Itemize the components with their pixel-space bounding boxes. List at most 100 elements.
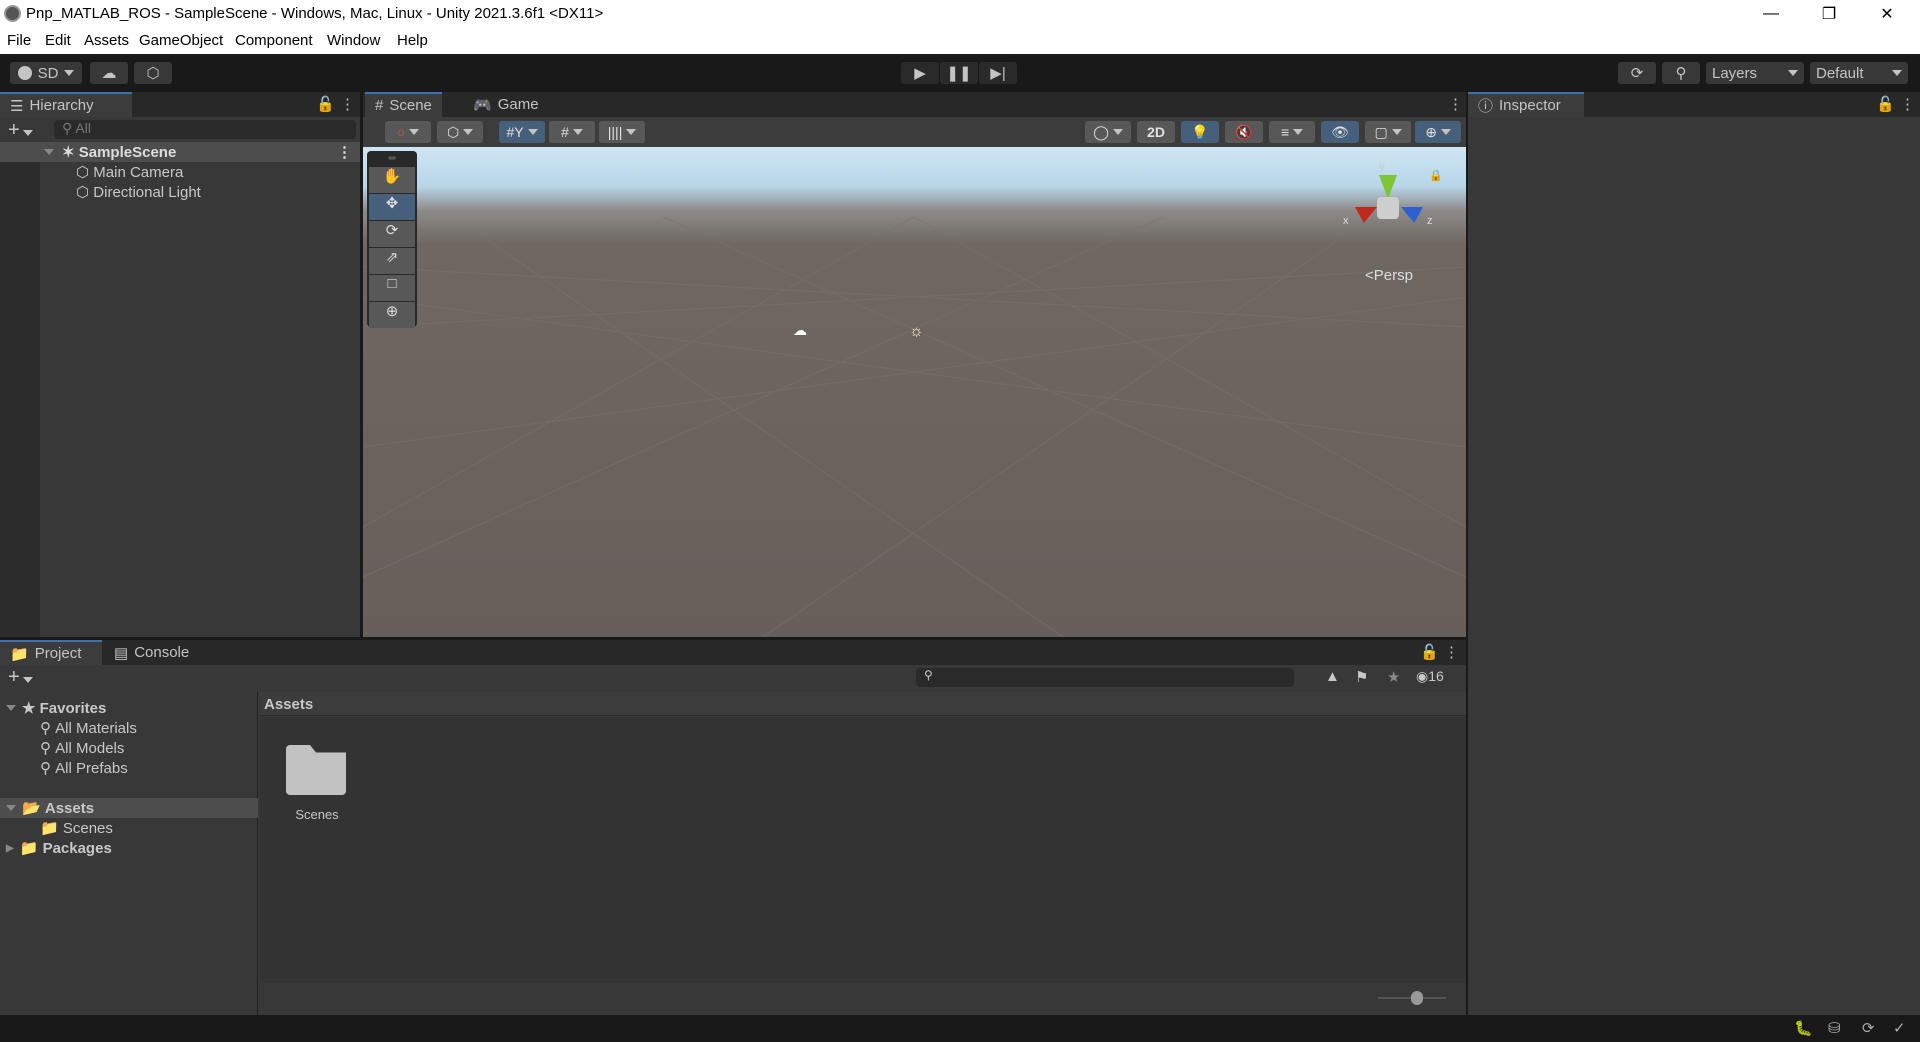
global-local-dropdown[interactable]: ⬡	[437, 121, 483, 143]
tab-project[interactable]: 📁 Project	[0, 640, 102, 665]
play-button[interactable]: ▶	[901, 62, 939, 84]
search-icon: ⚲	[40, 740, 51, 757]
progress-check-icon[interactable]: ✓	[1893, 1019, 1906, 1037]
more-options-icon[interactable]: ⋮	[340, 95, 355, 113]
scale-icon: ⇗	[385, 249, 399, 266]
hierarchy-item[interactable]: ⬡ Directional Light	[0, 182, 201, 202]
lock-icon[interactable]: 🔓	[316, 95, 335, 113]
camera-gizmo-icon[interactable]: ☁	[793, 322, 807, 339]
more-options-icon[interactable]: ⋮	[1448, 95, 1463, 113]
create-button[interactable]: +	[8, 666, 33, 689]
increment-snap-dropdown[interactable]: ||||	[599, 121, 645, 143]
orientation-gizmo[interactable]: y x z 🔒	[1343, 155, 1443, 255]
step-button[interactable]: ▶|	[979, 62, 1017, 84]
search-icon: ⚲	[40, 720, 51, 737]
mute-icon: 🔇	[1235, 123, 1253, 140]
layers-dropdown[interactable]: Layers	[1706, 62, 1804, 84]
list-icon: ☰	[10, 97, 24, 115]
effects-dropdown[interactable]: ≡	[1269, 121, 1315, 143]
filter-by-label-icon[interactable]: ⚑	[1355, 668, 1368, 686]
pivot-icon: ○	[396, 124, 406, 140]
hierarchy-item[interactable]: ⬡ Main Camera	[0, 162, 183, 182]
restore-button[interactable]: ❐	[1800, 0, 1858, 27]
filter-by-type-icon[interactable]: ▲	[1325, 668, 1340, 685]
project-search-input[interactable]: ⚲	[916, 668, 1294, 687]
breadcrumb[interactable]: Assets	[260, 692, 1466, 716]
menu-file[interactable]: File	[7, 32, 31, 49]
camera-dropdown[interactable]: ▢	[1365, 121, 1411, 143]
zoom-slider-thumb[interactable]	[1411, 991, 1423, 1005]
debug-off-icon[interactable]: 🐛	[1794, 1019, 1813, 1037]
tab-inspector[interactable]: ⓘ Inspector	[1468, 92, 1584, 117]
lock-icon[interactable]: 🔓	[1420, 643, 1439, 661]
gizmo-lock-icon[interactable]: 🔒	[1429, 169, 1443, 182]
menu-assets[interactable]: Assets	[84, 32, 129, 49]
scenes-folder-row[interactable]: 📁 Scenes	[0, 818, 113, 838]
perspective-toggle[interactable]: <Persp	[1365, 267, 1413, 284]
account-dropdown[interactable]: SD	[10, 62, 82, 84]
grid-visibility-toggle[interactable]: #Y	[499, 121, 545, 143]
x-axis-cone[interactable]	[1355, 207, 1377, 223]
favorite-item[interactable]: ⚲ All Prefabs	[0, 758, 128, 778]
audio-toggle[interactable]: 🔇	[1225, 121, 1263, 143]
packages-folder-row[interactable]: ▶ 📁 Packages	[0, 838, 112, 858]
move-tool[interactable]: ✥	[369, 194, 415, 220]
y-axis-cone[interactable]	[1379, 175, 1397, 199]
collab-button[interactable]: ⬡	[134, 62, 172, 84]
drag-handle[interactable]: ═	[369, 153, 415, 167]
cache-server-icon[interactable]: ⛁	[1828, 1019, 1841, 1037]
scale-tool[interactable]: ⇗	[369, 248, 415, 274]
tab-hierarchy[interactable]: ☰ Hierarchy	[0, 92, 132, 117]
tab-game[interactable]: 🎮 Game	[463, 92, 549, 117]
shading-mode-dropdown[interactable]: ◯	[1085, 121, 1131, 143]
rect-tool[interactable]: □	[369, 275, 415, 301]
favorites-star-icon[interactable]: ★	[1387, 668, 1400, 686]
menu-edit[interactable]: Edit	[45, 32, 71, 49]
pause-button[interactable]: ❚❚	[940, 62, 978, 84]
play-icon: ▶	[914, 65, 926, 82]
menu-help[interactable]: Help	[397, 32, 428, 49]
tab-console[interactable]: ▤ Console	[104, 640, 199, 665]
more-options-icon[interactable]: ⋮	[1900, 95, 1915, 113]
asset-item-folder[interactable]: Scenes	[286, 745, 348, 823]
lightbulb-icon: 💡	[1191, 123, 1209, 140]
gamepad-icon: 🎮	[473, 96, 492, 114]
add-button[interactable]: +	[8, 119, 33, 142]
light-gizmo-icon[interactable]: ☼	[909, 323, 924, 341]
center-cube[interactable]	[1377, 197, 1399, 219]
menu-window[interactable]: Window	[327, 32, 380, 49]
lighting-toggle[interactable]: 💡	[1181, 121, 1219, 143]
cloud-button[interactable]: ☁	[90, 62, 128, 84]
scene-more-icon[interactable]: ⋮	[337, 143, 352, 161]
hierarchy-search-input[interactable]: ⚲ All	[54, 120, 356, 139]
layout-dropdown[interactable]: Default	[1810, 62, 1908, 84]
hidden-packages-toggle[interactable]: ◉16	[1416, 668, 1444, 685]
scene-visibility-toggle[interactable]: 👁	[1321, 121, 1359, 143]
history-button[interactable]: ⟳	[1618, 62, 1656, 84]
tab-scene[interactable]: # Scene	[365, 92, 442, 117]
z-axis-cone[interactable]	[1401, 207, 1423, 223]
grid-snap-toggle[interactable]: #	[549, 121, 595, 143]
minimize-button[interactable]: —	[1742, 0, 1800, 27]
scene-row[interactable]: ✶ SampleScene ⋮	[0, 142, 360, 162]
cloud-icon: ☁	[101, 65, 117, 82]
search-button[interactable]: ⚲	[1662, 62, 1700, 84]
2d-toggle[interactable]: 2D	[1137, 121, 1175, 143]
gizmos-dropdown[interactable]: ⊕	[1415, 121, 1461, 143]
close-button[interactable]: ✕	[1858, 0, 1916, 27]
menu-component[interactable]: Component	[235, 32, 313, 49]
more-options-icon[interactable]: ⋮	[1444, 643, 1459, 661]
lock-icon[interactable]: 🔓	[1876, 95, 1895, 113]
rotate-tool[interactable]: ⟳	[369, 221, 415, 247]
menu-gameobject[interactable]: GameObject	[139, 32, 223, 49]
hand-tool[interactable]: ✋	[369, 167, 415, 193]
folder-icon: 📁	[10, 645, 29, 663]
favorite-item[interactable]: ⚲ All Models	[0, 738, 124, 758]
draw-mode-dropdown[interactable]: ○	[385, 121, 431, 143]
auto-generate-lighting-icon[interactable]: ⟳	[1862, 1019, 1875, 1037]
favorite-item[interactable]: ⚲ All Materials	[0, 718, 137, 738]
assets-folder-row[interactable]: 📂 Assets	[0, 798, 258, 818]
favorites-row[interactable]: ★ Favorites	[0, 698, 106, 718]
scene-viewport[interactable]: ☁ ☼ ═ ✋ ✥ ⟳ ⇗ □ ⊕ y x z 🔒 <Persp	[363, 147, 1466, 637]
transform-tool[interactable]: ⊕	[369, 302, 415, 328]
